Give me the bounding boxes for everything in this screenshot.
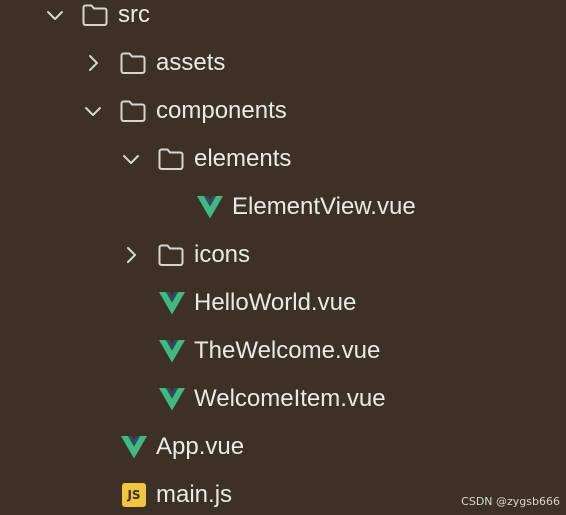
folder-icon	[82, 4, 108, 26]
folder-icon	[158, 148, 184, 170]
vue-file-icon	[197, 196, 223, 219]
file-explorer-tree: src assets components elements ElementVi…	[0, 0, 566, 512]
chevron-down-icon[interactable]	[84, 102, 102, 120]
tree-item-components[interactable]: components	[0, 91, 566, 131]
tree-item-label: src	[118, 1, 150, 28]
tree-item-element-view[interactable]: ElementView.vue	[0, 187, 566, 227]
tree-item-hello-world[interactable]: HelloWorld.vue	[0, 283, 566, 323]
vue-file-icon	[121, 436, 147, 459]
vue-file-icon	[159, 340, 185, 363]
chevron-down-icon[interactable]	[122, 150, 140, 168]
tree-item-src[interactable]: src	[0, 0, 566, 35]
tree-item-the-welcome[interactable]: TheWelcome.vue	[0, 331, 566, 371]
chevron-right-icon[interactable]	[122, 246, 140, 264]
chevron-right-icon[interactable]	[84, 54, 102, 72]
folder-icon	[120, 52, 146, 74]
tree-item-label: ElementView.vue	[232, 193, 416, 220]
tree-item-label: main.js	[156, 481, 233, 508]
vue-file-icon	[159, 292, 185, 315]
js-file-icon: JS	[122, 483, 146, 507]
tree-item-label: WelcomeItem.vue	[194, 385, 386, 412]
tree-item-label: icons	[194, 241, 251, 268]
tree-item-label: components	[156, 97, 287, 124]
tree-item-label: assets	[156, 49, 226, 76]
chevron-down-icon[interactable]	[46, 6, 64, 24]
tree-item-assets[interactable]: assets	[0, 43, 566, 83]
watermark: CSDN @zygsb666	[461, 495, 560, 508]
tree-item-label: App.vue	[156, 433, 245, 460]
tree-item-icons[interactable]: icons	[0, 235, 566, 275]
folder-icon	[158, 244, 184, 266]
vue-file-icon	[159, 388, 185, 411]
tree-item-label: elements	[194, 145, 292, 172]
tree-item-welcome-item[interactable]: WelcomeItem.vue	[0, 379, 566, 419]
tree-item-label: HelloWorld.vue	[194, 289, 357, 316]
folder-icon	[120, 100, 146, 122]
tree-item-label: TheWelcome.vue	[194, 337, 381, 364]
tree-item-elements[interactable]: elements	[0, 139, 566, 179]
tree-item-app[interactable]: App.vue	[0, 427, 566, 467]
